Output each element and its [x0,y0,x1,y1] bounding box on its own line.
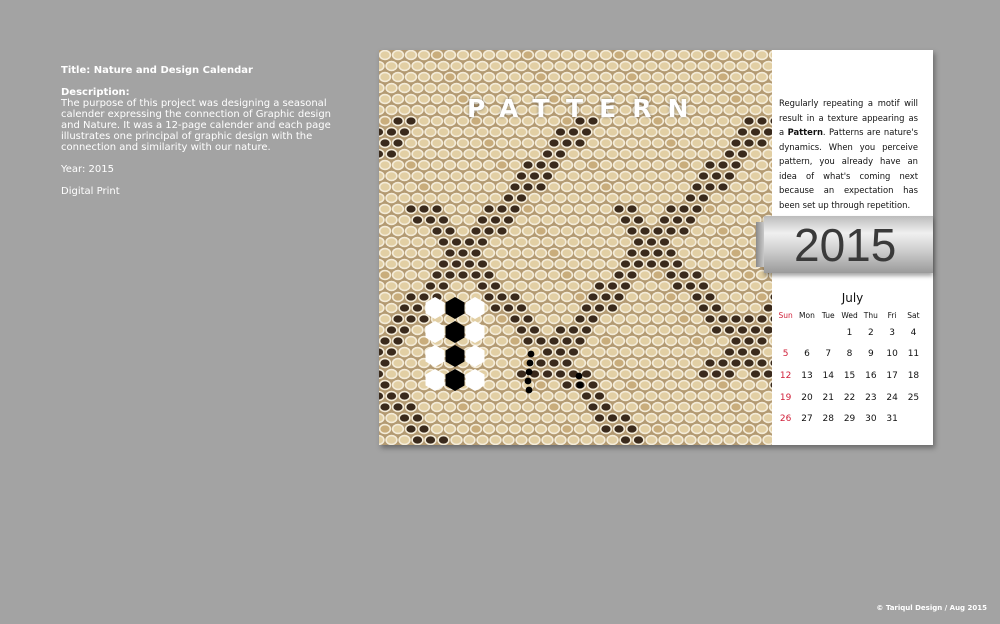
day-cell: 16 [865,370,877,381]
day-cell: 8 [846,349,853,360]
week-row: 1 2 3 4 [775,322,924,344]
calendar-page: PATTERN Regularly repeating a motif will… [379,50,933,445]
day-cell: 20 [801,392,813,403]
day-cell: 27 [801,414,813,425]
day-cell: 24 [886,392,898,403]
day-cell: 7 [825,349,832,360]
weekday-header-row: Sun Mon Tue Wed Thu Fri Sat [775,308,924,322]
day-cell [903,408,924,430]
month-grid: Sun Mon Tue Wed Thu Fri Sat 1 2 3 4 5 6 [775,308,924,430]
day-cell: 6 [804,349,810,360]
project-info: Title: Nature and Design Calendar Descri… [61,65,341,197]
day-cell: 28 [822,414,834,425]
day-cell: 3 [889,327,895,338]
day-cell: 9 [867,349,874,360]
day-cell: 15 [843,370,856,381]
week-row: 26 27 28 29 30 31 [775,408,924,430]
day-cell: 22 [843,392,856,403]
week-row: 19 20 21 22 23 24 25 [775,387,924,409]
week-row: 5 6 7 8 9 10 11 [775,344,924,366]
day-cell: 10 [886,349,898,360]
weekday-label: Wed [841,310,858,320]
day-cell [775,322,796,344]
day-cell: 31 [886,414,898,425]
weekday-label: Thu [863,310,878,320]
calendar-year: 2015 [794,219,897,271]
pattern-description: Regularly repeating a motif will result … [779,96,918,212]
day-cell: 18 [907,370,920,381]
photo-title: PATTERN [467,94,705,123]
project-title: Title: Nature and Design Calendar [61,65,253,76]
weekday-label: Sat [907,310,920,320]
day-cell: 12 [779,370,792,381]
day-cell: 21 [822,392,834,403]
day-cell: 19 [779,392,792,403]
day-cell: 30 [865,414,877,425]
blurb-text-2: . Patterns are nature's dynamics. When y… [779,127,919,210]
snake-skin-photo: PATTERN [379,50,772,445]
day-cell: 11 [907,349,920,360]
month-name: July [841,291,864,305]
weekday-label: Mon [799,310,815,320]
year-banner: 2015 [756,216,933,273]
day-cell: 5 [782,349,789,360]
day-cell: 2 [867,327,874,338]
day-cell: 29 [843,414,856,425]
project-medium: Digital Print [61,186,120,197]
day-cell: 13 [801,370,813,381]
weekday-label: Fri [887,310,897,320]
day-cell: 14 [822,370,834,381]
day-cell: 23 [865,392,877,403]
day-cell: 26 [779,414,792,425]
day-cell: 1 [846,327,853,338]
weekday-label: Sun [778,310,793,320]
day-cell: 25 [907,392,920,403]
day-cell: 17 [886,370,898,381]
day-cell [796,322,817,344]
blurb-bold-term: Pattern [787,127,823,137]
project-year: Year: 2015 [61,164,114,175]
week-row: 12 13 14 15 16 17 18 [775,365,924,387]
day-cell [818,322,839,344]
day-cell: 4 [910,327,917,338]
copyright-footer: © Tariqul Design / Aug 2015 [876,604,987,612]
description-label: Description: [61,87,130,98]
description-text: The purpose of this project was designin… [61,98,332,153]
weekday-label: Tue [821,310,835,320]
